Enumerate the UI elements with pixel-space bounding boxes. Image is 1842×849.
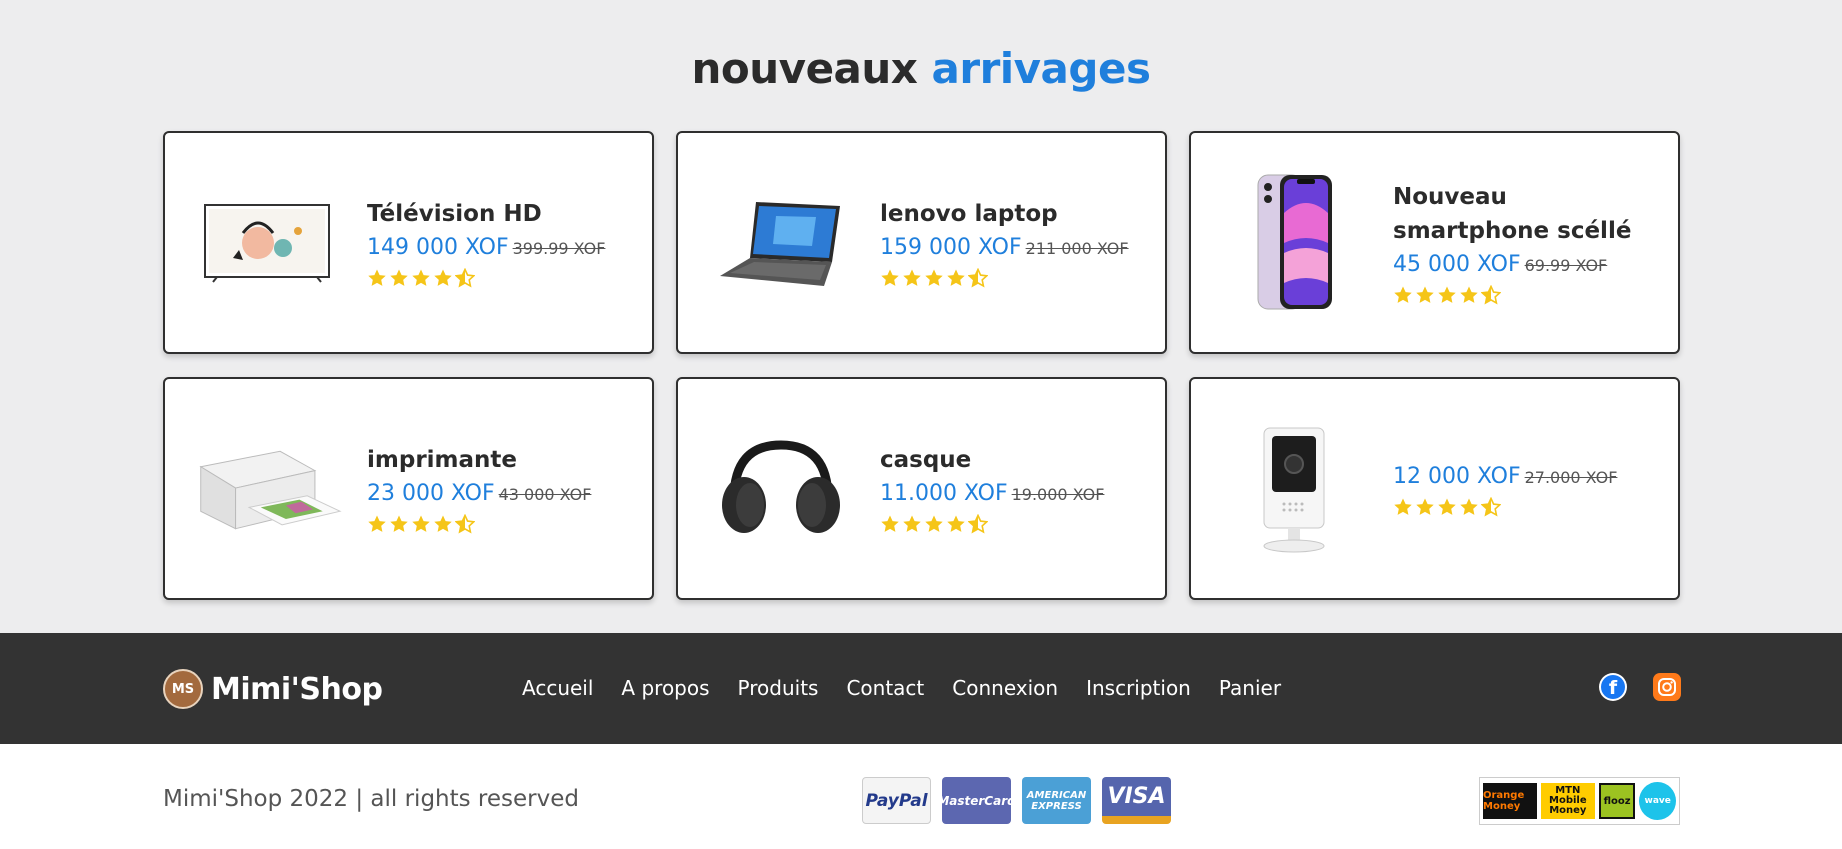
headphones-image: [706, 419, 856, 559]
nav-link-accueil[interactable]: Accueil: [522, 673, 593, 703]
product-price: 159 000 XOF 211 000 XOF: [880, 235, 1129, 260]
star-full-icon: [434, 515, 452, 532]
product-name: Nouveau smartphone scéllé: [1393, 184, 1632, 244]
star-full-icon: [881, 515, 899, 532]
star-full-icon: [434, 269, 452, 286]
star-full-icon: [1438, 286, 1456, 303]
social-links: f: [1599, 673, 1681, 701]
star-half-icon: [968, 514, 988, 534]
rating-stars: [880, 514, 1153, 534]
section-title: nouveaux arrivages: [0, 44, 1842, 93]
star-full-icon: [1394, 498, 1412, 515]
star-full-icon: [412, 515, 430, 532]
star-full-icon: [903, 515, 921, 532]
star-full-icon: [1394, 286, 1412, 303]
footer-nav-bar: MS Mimi'Shop Accueil A propos Produits C…: [0, 633, 1842, 744]
wave-logo: wave: [1639, 782, 1676, 820]
star-half-icon: [455, 514, 475, 534]
product-old-price: 43 000 XOF: [498, 485, 592, 504]
product-old-price: 19.000 XOF: [1011, 485, 1105, 504]
product-card[interactable]: imprimante 23 000 XOF 43 000 XOF: [163, 377, 654, 600]
star-half-icon: [968, 268, 988, 288]
brand-logo: MS: [163, 669, 203, 709]
nav-link-inscription[interactable]: Inscription: [1086, 673, 1191, 703]
product-old-price: 399.99 XOF: [512, 239, 606, 258]
star-full-icon: [390, 269, 408, 286]
product-name: Télévision HD: [367, 201, 542, 227]
laptop-image: [706, 173, 856, 313]
product-old-price: 211 000 XOF: [1025, 239, 1129, 258]
product-card[interactable]: casque 11.000 XOF 19.000 XOF: [676, 377, 1167, 600]
rating-stars: [880, 268, 1153, 288]
star-half-icon: [455, 268, 475, 288]
camera-image: [1219, 419, 1369, 559]
nav-link-connexion[interactable]: Connexion: [952, 673, 1058, 703]
section-title-word-2: arrivages: [931, 44, 1151, 93]
star-full-icon: [881, 269, 899, 286]
product-price: 149 000 XOF 399.99 XOF: [367, 235, 606, 260]
copyright-text: Mimi'Shop 2022 | all rights reserved: [163, 786, 579, 812]
product-price: 23 000 XOF 43 000 XOF: [367, 481, 592, 506]
rating-stars: [1393, 285, 1666, 305]
instagram-icon[interactable]: [1653, 673, 1681, 701]
star-full-icon: [368, 269, 386, 286]
rating-stars: [1393, 497, 1666, 517]
star-full-icon: [925, 269, 943, 286]
product-grid: Télévision HD 149 000 XOF 399.99 XOF leno…: [163, 131, 1680, 600]
product-old-price: 69.99 XOF: [1524, 256, 1608, 275]
product-card[interactable]: lenovo laptop 159 000 XOF 211 000 XOF: [676, 131, 1167, 354]
smartphone-image: [1219, 173, 1369, 313]
star-full-icon: [947, 515, 965, 532]
brand-name: Mimi'Shop: [211, 671, 383, 707]
nav-link-panier[interactable]: Panier: [1219, 673, 1281, 703]
star-full-icon: [390, 515, 408, 532]
star-full-icon: [947, 269, 965, 286]
flooz-logo: flooz: [1598, 783, 1636, 819]
star-full-icon: [368, 515, 386, 532]
rating-stars: [367, 268, 640, 288]
product-price: 45 000 XOF 69.99 XOF: [1393, 252, 1608, 277]
star-full-icon: [1438, 498, 1456, 515]
product-name: casque: [880, 447, 972, 473]
rating-stars: [367, 514, 640, 534]
product-card[interactable]: Nouveau smartphone scéllé 45 000 XOF 69.9…: [1189, 131, 1680, 354]
product-old-price: 27.000 XOF: [1524, 468, 1618, 487]
nav-link-a-propos[interactable]: A propos: [621, 673, 709, 703]
section-title-word-1: nouveaux: [691, 44, 918, 93]
star-full-icon: [925, 515, 943, 532]
tv-image: [193, 173, 343, 313]
product-price: 11.000 XOF 19.000 XOF: [880, 481, 1105, 506]
printer-image: [193, 419, 343, 559]
star-half-icon: [1481, 497, 1501, 517]
product-card[interactable]: Télévision HD 149 000 XOF 399.99 XOF: [163, 131, 654, 354]
footer-bottom: Mimi'Shop 2022 | all rights reserved Pay…: [0, 744, 1842, 849]
mastercard-logo: MasterCard: [937, 777, 1016, 824]
star-full-icon: [1416, 498, 1434, 515]
star-half-icon: [1481, 285, 1501, 305]
paypal-logo: PayPal: [862, 777, 931, 824]
mtn-money-logo: MTN Mobile Money: [1540, 783, 1595, 819]
nav-link-produits[interactable]: Produits: [738, 673, 819, 703]
product-name: lenovo laptop: [880, 201, 1058, 227]
product-name: imprimante: [367, 447, 517, 473]
facebook-icon[interactable]: f: [1599, 673, 1627, 701]
brand[interactable]: MS Mimi'Shop: [163, 669, 383, 709]
star-full-icon: [1416, 286, 1434, 303]
nav-link-contact[interactable]: Contact: [846, 673, 924, 703]
payment-cards: PayPal MasterCard AMERICAN EXPRESS VISA: [862, 777, 1171, 824]
mobile-payments: Orange Money MTN Mobile Money flooz wave: [1479, 777, 1680, 825]
orange-money-logo: Orange Money: [1483, 783, 1537, 819]
product-card[interactable]: 12 000 XOF 27.000 XOF: [1189, 377, 1680, 600]
product-price: 12 000 XOF 27.000 XOF: [1393, 464, 1618, 489]
star-full-icon: [1460, 498, 1478, 515]
footer-nav: Accueil A propos Produits Contact Connex…: [522, 673, 1309, 703]
star-full-icon: [1460, 286, 1478, 303]
visa-logo: VISA: [1102, 777, 1171, 824]
star-full-icon: [412, 269, 430, 286]
star-full-icon: [903, 269, 921, 286]
amex-logo: AMERICAN EXPRESS: [1022, 777, 1091, 824]
